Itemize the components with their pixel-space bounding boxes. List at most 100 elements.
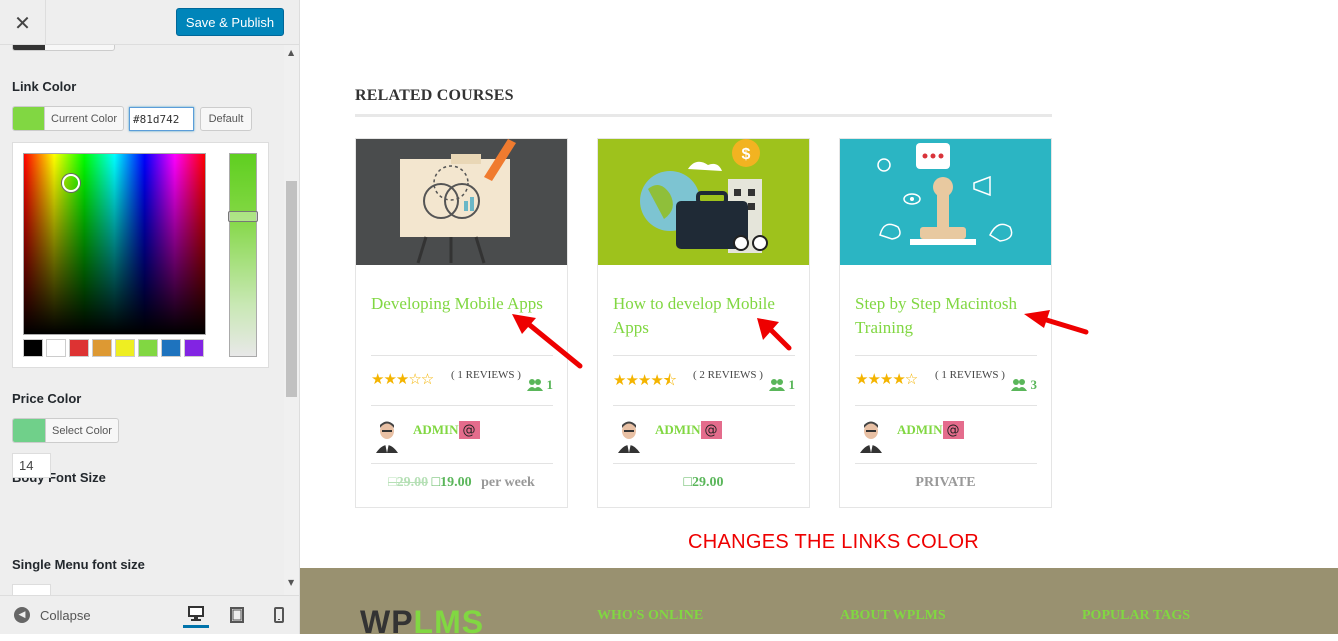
rating-stars: ★★★★☆: [855, 370, 918, 388]
author-avatar: [858, 419, 884, 453]
body-font-size-input[interactable]: [12, 453, 51, 478]
review-count: ( 2 REVIEWS ): [693, 369, 763, 381]
palette-swatch[interactable]: [92, 339, 112, 357]
price-color-title: Price Color: [12, 391, 82, 406]
desktop-icon: [188, 606, 204, 621]
previous-control-stub[interactable]: [12, 45, 115, 51]
link-color-hex-input[interactable]: [129, 107, 194, 131]
palette-swatch[interactable]: [138, 339, 158, 357]
card-divider: [613, 355, 795, 356]
rating-stars: ★★★★⯪: [613, 371, 677, 389]
scroll-down-icon[interactable]: ▼: [288, 578, 294, 587]
footer-heading-about: ABOUT WPLMS: [840, 608, 946, 623]
price-color-select-button[interactable]: Select Color: [12, 418, 119, 443]
course-card: Step by Step Macintosh Training ★★★★☆ ( …: [839, 138, 1052, 508]
course-thumbnail[interactable]: [840, 139, 1051, 265]
sale-price: □19.00: [431, 475, 472, 490]
palette-swatch[interactable]: [161, 339, 181, 357]
rating-stars: ★★★☆☆: [371, 370, 434, 388]
student-count: 1: [526, 377, 553, 393]
annotation-arrow-icon: [512, 314, 583, 369]
color-saturation-field[interactable]: [23, 153, 206, 335]
card-divider: [613, 463, 795, 464]
link-color-current-button[interactable]: Current Color: [12, 106, 125, 131]
author-avatar: [374, 419, 400, 453]
review-count: ( 1 REVIEWS ): [935, 369, 1005, 381]
card-divider: [371, 463, 553, 464]
users-icon: [768, 379, 785, 391]
sidebar-scrollbar[interactable]: ▲ ▼: [284, 45, 299, 595]
site-footer: WPLMS WHO'S ONLINE ABOUT WPLMS POPULAR T…: [300, 568, 1338, 640]
save-publish-button[interactable]: Save & Publish: [176, 8, 284, 36]
close-customizer-button[interactable]: ✕: [0, 0, 46, 45]
card-divider: [855, 405, 1037, 406]
author-badge: @: [458, 421, 480, 439]
annotation-arrow-icon: [757, 318, 792, 351]
collapse-button[interactable]: ◀ Collapse: [14, 607, 91, 623]
author-name-link[interactable]: ADMIN @: [413, 421, 480, 439]
customizer-footer: ◀ Collapse: [0, 595, 299, 634]
author-name-link[interactable]: ADMIN @: [655, 421, 722, 439]
palette-swatch[interactable]: [23, 339, 43, 357]
briefcase-globe-illustration: $: [598, 139, 809, 265]
customizer-sidebar: ✕ Save & Publish Link Color Current Colo…: [0, 0, 300, 634]
footer-heading-whos-online: WHO'S ONLINE: [597, 608, 704, 623]
desktop-preview-button[interactable]: [183, 602, 209, 628]
scroll-up-icon[interactable]: ▲: [288, 48, 294, 57]
palette-swatch[interactable]: [115, 339, 135, 357]
course-thumbnail[interactable]: [356, 139, 567, 265]
card-divider: [613, 405, 795, 406]
author-badge: @: [700, 421, 722, 439]
link-color-default-button[interactable]: Default: [200, 107, 252, 131]
section-divider: [355, 114, 1052, 117]
author-avatar: [616, 419, 642, 453]
price-color-select-label: Select Color: [45, 419, 118, 442]
palette-swatch[interactable]: [46, 339, 66, 357]
link-color-swatch: [13, 107, 44, 130]
author-name-link[interactable]: ADMIN @: [897, 421, 964, 439]
footer-heading-popular-tags: POPULAR TAGS: [1082, 608, 1190, 623]
stamp-illustration: [840, 139, 1051, 265]
link-color-title: Link Color: [12, 79, 77, 94]
customizer-controls: Link Color Current Color Default Price C…: [0, 45, 299, 595]
hue-slider-handle[interactable]: [228, 211, 258, 222]
users-icon: [526, 379, 543, 391]
original-price: □29.00: [388, 475, 429, 490]
tablet-icon: [230, 607, 244, 623]
card-divider: [855, 463, 1037, 464]
course-price: PRIVATE: [915, 475, 976, 490]
single-menu-font-size-input[interactable]: [12, 584, 51, 595]
saturation-handle[interactable]: [62, 174, 80, 192]
close-icon: ✕: [14, 10, 31, 35]
related-courses-title: RELATED COURSES: [355, 87, 514, 104]
svg-text:$: $: [742, 146, 751, 163]
course-thumbnail[interactable]: $: [598, 139, 809, 265]
scrollbar-thumb[interactable]: [286, 181, 297, 397]
price-color-swatch: [13, 419, 45, 442]
author-badge: @: [942, 421, 964, 439]
card-divider: [855, 355, 1037, 356]
review-count: ( 1 REVIEWS ): [451, 369, 521, 381]
palette-swatch[interactable]: [69, 339, 89, 357]
users-icon: [1010, 379, 1027, 391]
link-color-current-label: Current Color: [44, 107, 123, 130]
annotation-arrow-icon: [1024, 310, 1089, 335]
wplms-logo[interactable]: WPLMS: [360, 604, 484, 641]
mobile-preview-button[interactable]: [266, 602, 292, 628]
sale-price: □29.00: [683, 475, 724, 490]
collapse-label: Collapse: [40, 607, 91, 623]
palette-swatch[interactable]: [184, 339, 204, 357]
color-hue-slider[interactable]: [228, 153, 258, 357]
course-price: □29.00 □19.00 per week: [356, 475, 567, 491]
student-count: 3: [1010, 377, 1037, 393]
color-palette: [23, 339, 204, 357]
price-period: per week: [481, 475, 535, 490]
customizer-header: ✕ Save & Publish: [0, 0, 299, 45]
mobile-icon: [274, 607, 284, 623]
course-title-link[interactable]: Step by Step Macintosh Training: [855, 292, 1040, 340]
tablet-preview-button[interactable]: [224, 602, 250, 628]
student-count: 1: [768, 377, 795, 393]
collapse-arrow-icon: ◀: [14, 607, 30, 623]
annotation-text: CHANGES THE LINKS COLOR: [688, 531, 980, 553]
color-picker: [12, 142, 269, 368]
